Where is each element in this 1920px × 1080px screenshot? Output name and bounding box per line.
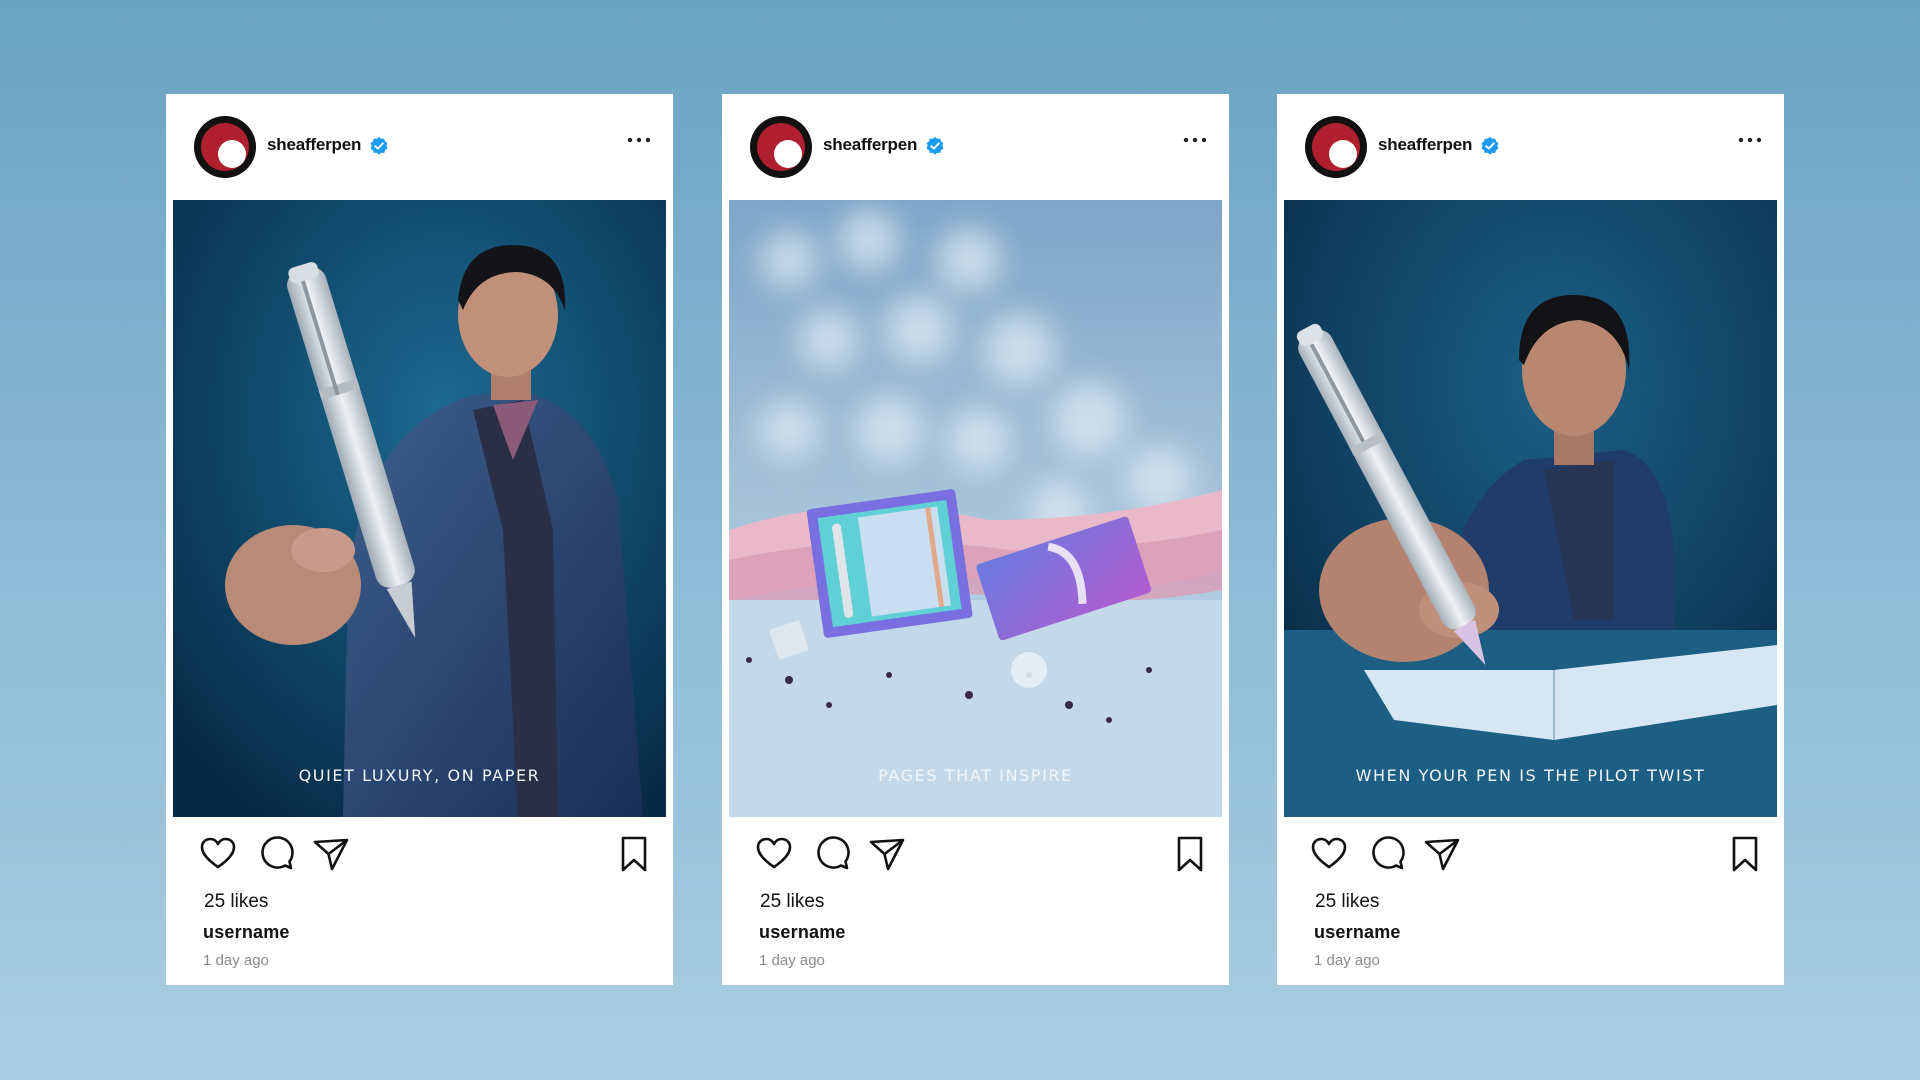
post-actions bbox=[722, 834, 1229, 878]
post-card: sheafferpen bbox=[722, 94, 1229, 985]
post-actions bbox=[1277, 834, 1784, 878]
more-options-icon[interactable] bbox=[1736, 132, 1764, 148]
bookmark-icon[interactable] bbox=[1170, 834, 1210, 874]
image-caption: PAGES THAT INSPIRE bbox=[878, 766, 1073, 785]
account-avatar[interactable] bbox=[194, 116, 256, 178]
bookmark-icon[interactable] bbox=[1725, 834, 1765, 874]
comment-icon[interactable] bbox=[812, 834, 852, 874]
more-options-icon[interactable] bbox=[1181, 132, 1209, 148]
verified-badge-icon bbox=[1481, 137, 1499, 155]
share-icon[interactable] bbox=[311, 834, 351, 874]
account-name[interactable]: sheafferpen bbox=[267, 135, 361, 155]
image-caption: QUIET LUXURY, ON PAPER bbox=[298, 766, 541, 785]
post-header: sheafferpen bbox=[1277, 94, 1784, 200]
post-actions bbox=[166, 834, 673, 878]
heart-icon[interactable] bbox=[198, 834, 238, 874]
comment-icon[interactable] bbox=[1367, 834, 1407, 874]
verified-badge-icon bbox=[926, 137, 944, 155]
post-timestamp: 1 day ago bbox=[203, 952, 269, 969]
heart-icon[interactable] bbox=[754, 834, 794, 874]
post-timestamp: 1 day ago bbox=[1314, 952, 1380, 969]
image-caption: WHEN YOUR PEN IS THE PILOT TWIST bbox=[1355, 766, 1706, 785]
more-options-icon[interactable] bbox=[625, 132, 653, 148]
post-header: sheafferpen bbox=[722, 94, 1229, 200]
verified-badge-icon bbox=[370, 137, 388, 155]
account-name[interactable]: sheafferpen bbox=[1378, 135, 1472, 155]
account-avatar[interactable] bbox=[1305, 116, 1367, 178]
post-card: sheafferpen bbox=[166, 94, 673, 985]
comment-icon[interactable] bbox=[256, 834, 296, 874]
likes-count[interactable]: 25 likes bbox=[1315, 891, 1379, 913]
post-image[interactable]: QUIET LUXURY, ON PAPER bbox=[173, 200, 666, 817]
username[interactable]: username bbox=[759, 922, 846, 943]
likes-count[interactable]: 25 likes bbox=[204, 891, 268, 913]
post-image[interactable]: PAGES THAT INSPIRE bbox=[729, 200, 1222, 817]
post-image[interactable]: WHEN YOUR PEN IS THE PILOT TWIST bbox=[1284, 200, 1777, 817]
share-icon[interactable] bbox=[867, 834, 907, 874]
account-avatar[interactable] bbox=[750, 116, 812, 178]
username[interactable]: username bbox=[203, 922, 290, 943]
heart-icon[interactable] bbox=[1309, 834, 1349, 874]
bookmark-icon[interactable] bbox=[614, 834, 654, 874]
post-card: sheafferpen bbox=[1277, 94, 1784, 985]
share-icon[interactable] bbox=[1422, 834, 1462, 874]
post-header: sheafferpen bbox=[166, 94, 673, 200]
account-name[interactable]: sheafferpen bbox=[823, 135, 917, 155]
likes-count[interactable]: 25 likes bbox=[760, 891, 824, 913]
username[interactable]: username bbox=[1314, 922, 1401, 943]
post-timestamp: 1 day ago bbox=[759, 952, 825, 969]
